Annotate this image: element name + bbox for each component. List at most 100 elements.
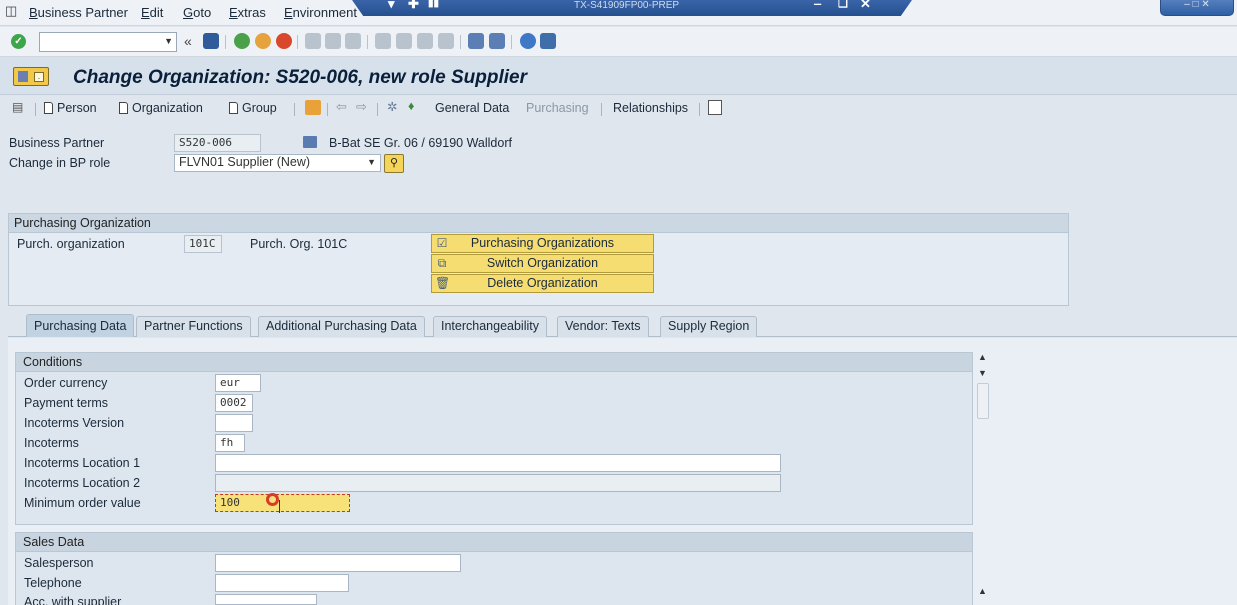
business-partner-icon[interactable]: . xyxy=(13,67,49,86)
click-indicator-icon xyxy=(266,493,279,506)
help-icon[interactable] xyxy=(520,33,536,49)
salesperson-input[interactable] xyxy=(215,554,461,572)
chevron-down-icon[interactable]: ▼ xyxy=(164,36,173,46)
create-group-button[interactable]: Group xyxy=(229,101,277,115)
delete-organization-button[interactable]: 🗑 Delete Organization xyxy=(431,274,654,293)
switch-organization-label: Switch Organization xyxy=(486,256,599,270)
restore-icon[interactable]: ❏ xyxy=(838,0,848,10)
conditions-group: Conditions xyxy=(15,352,973,525)
minimize-icon[interactable]: ‒ xyxy=(814,0,821,10)
bp-role-value: FLVN01 Supplier (New) xyxy=(179,155,311,169)
create-group-label: Group xyxy=(242,101,277,115)
new-session-icon[interactable] xyxy=(468,33,484,49)
document-icon xyxy=(44,102,53,114)
roles-icon[interactable]: ♦ xyxy=(408,99,414,113)
bp-role-dropdown[interactable]: FLVN01 Supplier (New) ▼ xyxy=(174,154,381,172)
scroll-down-icon[interactable]: ▼ xyxy=(978,368,987,378)
tab-vendor-texts[interactable]: Vendor: Texts xyxy=(557,316,649,337)
collapse-icon[interactable]: « xyxy=(184,33,192,49)
purchasing-organization-group: Purchasing Organization Purch. organizat… xyxy=(8,213,1069,306)
incoterms-label: Incoterms xyxy=(24,436,79,450)
shortcut-icon[interactable] xyxy=(489,33,505,49)
incoterms-input[interactable]: fh xyxy=(215,434,245,452)
close-icon[interactable]: ✕ xyxy=(860,0,871,10)
purchasing-organizations-button[interactable]: ☑ Purchasing Organizations xyxy=(431,234,654,253)
tools-icon[interactable]: ✲ xyxy=(387,99,397,114)
find-next-icon xyxy=(345,33,361,49)
tab-purchasing-data[interactable]: Purchasing Data xyxy=(26,314,135,337)
purch-organization-description: Purch. Org. 101C xyxy=(250,237,348,251)
conditions-group-title: Conditions xyxy=(16,353,972,372)
arrow-right-icon: ⇨ xyxy=(356,99,367,114)
chevron-down-icon[interactable]: ▼ xyxy=(367,157,376,167)
menu-business-partner[interactable]: Business Partner xyxy=(29,5,128,20)
telephone-input[interactable] xyxy=(215,574,349,592)
trash-icon: 🗑 xyxy=(435,276,451,290)
incoterms-version-input[interactable] xyxy=(215,414,253,432)
pin-icon[interactable]: ✚ xyxy=(408,0,419,10)
tab-strip: Purchasing Data Partner Functions Additi… xyxy=(8,314,1237,337)
scrollbar-thumb[interactable] xyxy=(977,383,989,419)
menu-icon[interactable]: ◫ xyxy=(5,4,19,18)
account-with-supplier-input[interactable] xyxy=(215,594,317,605)
chevron-down-icon[interactable]: ▾ xyxy=(388,0,395,10)
next-page-icon xyxy=(417,33,433,49)
separator xyxy=(327,103,328,116)
enter-icon[interactable]: ✓ xyxy=(11,34,26,49)
command-field[interactable]: ▼ xyxy=(39,32,177,52)
role-search-button[interactable]: ⚲ xyxy=(384,154,404,173)
open-folder-icon[interactable] xyxy=(305,100,321,115)
arrow-left-icon: ⇦ xyxy=(336,99,347,114)
tab-partner-functions[interactable]: Partner Functions xyxy=(136,316,251,337)
menu-extras[interactable]: Extras xyxy=(229,5,266,20)
menu-goto[interactable]: Goto xyxy=(183,5,211,20)
customize-layout-icon[interactable] xyxy=(540,33,556,49)
previous-page-icon xyxy=(396,33,412,49)
salesperson-label: Salesperson xyxy=(24,556,94,570)
purch-organization-label: Purch. organization xyxy=(17,237,125,251)
relationships-button[interactable]: Relationships xyxy=(613,101,688,115)
exit-icon[interactable] xyxy=(255,33,271,49)
sales-data-group-title: Sales Data xyxy=(16,533,972,552)
standard-toolbar: ✓ ▼ « xyxy=(0,27,1237,57)
order-currency-input[interactable]: eur xyxy=(215,374,261,392)
display-table-icon[interactable] xyxy=(708,100,722,115)
cancel-icon[interactable] xyxy=(276,33,292,49)
switch-view-icon[interactable]: ▤ xyxy=(12,100,23,114)
switch-organization-button[interactable]: ⧉ Switch Organization xyxy=(431,254,654,273)
general-data-button[interactable]: General Data xyxy=(435,101,509,115)
delete-organization-label: Delete Organization xyxy=(487,276,598,290)
scroll-up-icon[interactable]: ▲ xyxy=(978,586,987,596)
incoterms-location-1-input[interactable] xyxy=(215,454,781,472)
separator xyxy=(460,35,461,49)
window-controls[interactable]: ‒ □ ✕ xyxy=(1160,0,1234,16)
vertical-scrollbar[interactable]: ▲ ▼ ▲ xyxy=(975,350,992,605)
system-title: TX-S41909FP00-PREP xyxy=(574,0,680,11)
last-page-icon xyxy=(438,33,454,49)
separator xyxy=(601,103,602,116)
tab-additional-purchasing-data[interactable]: Additional Purchasing Data xyxy=(258,316,425,337)
organization-icon xyxy=(303,136,317,148)
back-icon[interactable] xyxy=(234,33,250,49)
order-currency-label: Order currency xyxy=(24,376,108,390)
create-person-button[interactable]: Person xyxy=(44,101,97,115)
menu-bar: ◫ Business Partner Edit Goto Extras Envi… xyxy=(0,0,1237,26)
payment-terms-input[interactable]: 0002 xyxy=(215,394,253,412)
tab-interchangeability[interactable]: Interchangeability xyxy=(433,316,547,337)
text-cursor-icon xyxy=(279,500,285,513)
purchasing-organizations-label: Purchasing Organizations xyxy=(470,236,615,250)
menu-edit[interactable]: Edit xyxy=(141,5,163,20)
document-icon xyxy=(119,102,128,114)
separator xyxy=(367,35,368,49)
menu-environment[interactable]: Environment xyxy=(284,5,357,20)
business-partner-field: S520-006 xyxy=(174,134,261,152)
save-icon[interactable] xyxy=(203,33,219,49)
tab-supply-region[interactable]: Supply Region xyxy=(660,316,758,337)
business-partner-description: B-Bat SE Gr. 06 / 69190 Walldorf xyxy=(329,136,512,150)
magnifier-icon: ⚲ xyxy=(389,157,399,169)
create-organization-button[interactable]: Organization xyxy=(119,101,203,115)
scroll-up-icon[interactable]: ▲ xyxy=(978,352,987,362)
separator xyxy=(35,103,36,116)
minimum-order-value-label: Minimum order value xyxy=(24,496,141,510)
account-with-supplier-label: Acc. with supplier xyxy=(24,595,122,605)
